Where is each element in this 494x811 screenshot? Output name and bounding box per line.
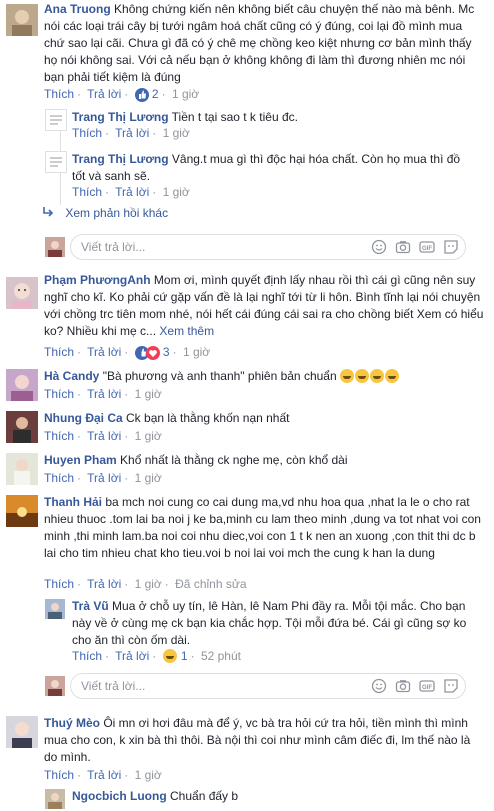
like-button[interactable]: Thích	[72, 126, 102, 140]
avatar[interactable]	[6, 495, 38, 527]
commenter-name[interactable]: Ngocbich Luong	[72, 789, 167, 803]
see-more-replies-link[interactable]: Xem phản hồi khác	[65, 206, 168, 220]
reply-placeholder: Viết trả lời...	[81, 240, 146, 254]
reaction-count[interactable]: 2	[152, 87, 159, 101]
avatar[interactable]	[6, 453, 38, 485]
camera-icon[interactable]	[395, 239, 411, 255]
comment-text: Khổ nhất là thằng ck nghe mẹ, còn khổ dà…	[120, 453, 348, 467]
laughing-emoji-icon	[339, 369, 400, 383]
like-button[interactable]: Thích	[44, 87, 74, 101]
gif-icon[interactable]: GIF	[419, 678, 435, 694]
comment-text: Tiền t tại sao t k tiêu đc.	[171, 110, 298, 124]
reply-button[interactable]: Trả lời	[87, 387, 121, 401]
reply-button[interactable]: Trả lời	[87, 345, 121, 359]
timestamp[interactable]: 1 giờ	[183, 345, 210, 359]
reply-input[interactable]: Viết trả lời... GIF	[70, 673, 466, 699]
reply-arrow-icon	[43, 207, 54, 217]
like-button[interactable]: Thích	[44, 387, 74, 401]
comment-text: Ôi mn ơi hơi đâu mà để ý, vc bà tra hỏi …	[44, 716, 471, 764]
timestamp[interactable]: 1 giờ	[163, 126, 190, 140]
timestamp[interactable]: 1 giờ	[135, 429, 162, 443]
see-more-replies[interactable]: Xem phản hồi khác	[42, 206, 168, 220]
reply-button[interactable]: Trả lời	[87, 577, 121, 591]
emoji-icon[interactable]	[371, 239, 387, 255]
see-more-link[interactable]: Xem thêm	[159, 324, 214, 338]
reply-placeholder: Viết trả lời...	[81, 679, 146, 693]
commenter-name[interactable]: Thanh Hải	[44, 495, 102, 509]
like-button[interactable]: Thích	[44, 345, 74, 359]
reply-button[interactable]: Trả lời	[87, 87, 121, 101]
avatar[interactable]	[6, 716, 38, 748]
avatar[interactable]	[45, 599, 65, 619]
timestamp[interactable]: 1 giờ	[135, 577, 162, 591]
like-reaction-icon	[134, 87, 149, 102]
commenter-name[interactable]: Ana Truong	[44, 2, 111, 16]
user-avatar	[45, 676, 65, 696]
timestamp[interactable]: 1 giờ	[135, 387, 162, 401]
avatar[interactable]	[45, 789, 65, 809]
timestamp[interactable]: 1 giờ	[163, 185, 190, 199]
reply-button[interactable]: Trả lời	[115, 126, 149, 140]
avatar[interactable]	[6, 277, 38, 309]
svg-text:GIF: GIF	[422, 246, 432, 252]
comment-text: Ck bạn là thằng khốn nạn nhất	[126, 411, 290, 425]
comment-text: Mua ở chỗ uy tín, lê Hàn, lê Nam Phi đầy…	[72, 599, 467, 647]
reply-button[interactable]: Trả lời	[115, 649, 149, 663]
commenter-name[interactable]: Trà Vũ	[72, 599, 109, 613]
like-button[interactable]: Thích	[44, 429, 74, 443]
like-button[interactable]: Thích	[44, 577, 74, 591]
timestamp[interactable]: 1 giờ	[135, 471, 162, 485]
commenter-name[interactable]: Trang Thị Lương	[72, 152, 169, 166]
reply-button[interactable]: Trả lời	[87, 429, 121, 443]
timestamp[interactable]: 1 giờ	[135, 768, 162, 782]
commenter-name[interactable]: Thuý Mèo	[44, 716, 100, 730]
svg-text:GIF: GIF	[422, 685, 432, 691]
reply-button[interactable]: Trả lời	[87, 471, 121, 485]
avatar[interactable]	[45, 109, 67, 131]
avatar[interactable]	[6, 4, 38, 36]
emoji-icon[interactable]	[371, 678, 387, 694]
avatar[interactable]	[45, 151, 67, 173]
gif-icon[interactable]: GIF	[419, 239, 435, 255]
haha-reaction-icon	[162, 649, 178, 663]
comment-text: ba mch noi cung co cai dung ma,vd nhu ho…	[44, 495, 481, 560]
avatar[interactable]	[6, 411, 38, 443]
like-button[interactable]: Thích	[72, 649, 102, 663]
commenter-name[interactable]: Nhung Đại Ca	[44, 411, 123, 425]
sticker-icon[interactable]	[443, 678, 459, 694]
sticker-icon[interactable]	[443, 239, 459, 255]
commenter-name[interactable]: Trang Thị Lương	[72, 110, 169, 124]
user-avatar	[45, 237, 65, 257]
reaction-count[interactable]: 3	[163, 345, 170, 359]
reaction-count[interactable]: 1	[181, 649, 188, 663]
love-reaction-icon	[145, 345, 160, 360]
avatar[interactable]	[6, 369, 38, 401]
camera-icon[interactable]	[395, 678, 411, 694]
like-button[interactable]: Thích	[44, 768, 74, 782]
timestamp[interactable]: 1 giờ	[172, 87, 199, 101]
like-button[interactable]: Thích	[72, 185, 102, 199]
comment-text: "Bà phương và anh thanh" phiên bản chuẩn	[102, 369, 337, 383]
commenter-name[interactable]: Phạm PhươngAnh	[44, 273, 151, 287]
commenter-name[interactable]: Hà Candy	[44, 369, 99, 383]
like-button[interactable]: Thích	[44, 471, 74, 485]
commenter-name[interactable]: Huyen Pham	[44, 453, 117, 467]
reply-button[interactable]: Trả lời	[87, 768, 121, 782]
timestamp[interactable]: 52 phút	[201, 649, 241, 663]
edited-label[interactable]: Đã chỉnh sửa	[175, 577, 246, 591]
reply-input[interactable]: Viết trả lời... GIF	[70, 234, 466, 260]
comment-text: Chuẩn đấy b	[170, 789, 239, 803]
reply-button[interactable]: Trả lời	[115, 185, 149, 199]
